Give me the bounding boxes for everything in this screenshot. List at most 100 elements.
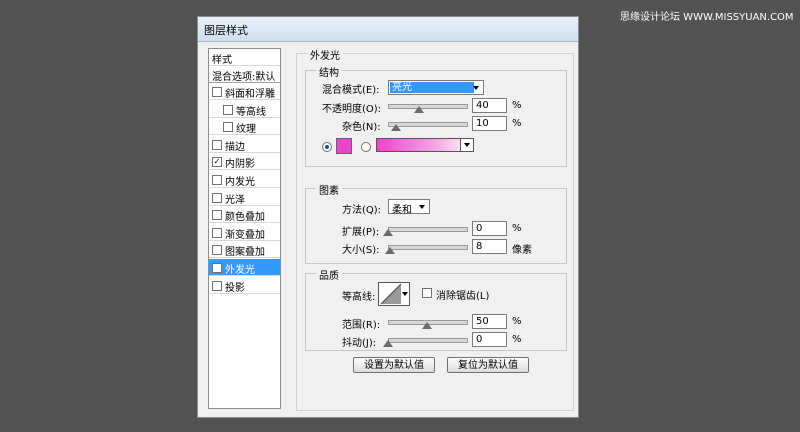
- style-checkbox[interactable]: [212, 245, 222, 256]
- style-item-label: 斜面和浮雕: [225, 89, 275, 100]
- style-item[interactable]: 描边: [209, 136, 280, 153]
- style-item-label: 内阴影: [225, 159, 255, 171]
- style-checkbox[interactable]: [212, 175, 222, 185]
- size-slider-thumb[interactable]: [385, 247, 396, 254]
- style-item[interactable]: 内发光: [209, 171, 280, 188]
- spread-input[interactable]: 0: [472, 221, 507, 236]
- style-item[interactable]: 渐变叠加: [209, 224, 280, 241]
- styles-list: 样式 混合选项:默认 斜面和浮雕 等高线 纹理 描边 ✓ 内阴影 内发光 光泽 颜色叠加 渐变叠加…: [208, 48, 281, 409]
- antialias-label: 消除锯齿(L): [436, 291, 490, 302]
- styles-header-label: 样式: [212, 55, 232, 66]
- structure-group: 结构 混合模式(E): 亮光 不透明度(O): 40 % 杂色(N): 10 %: [305, 64, 567, 167]
- gradient-dropdown-button[interactable]: [460, 139, 473, 151]
- contour-picker[interactable]: [378, 282, 410, 306]
- size-slider-track[interactable]: [388, 245, 468, 250]
- color-radio[interactable]: [322, 142, 332, 152]
- size-input[interactable]: 8: [472, 239, 507, 254]
- jitter-slider-thumb[interactable]: [383, 340, 393, 347]
- spread-label: 扩展(P):: [342, 227, 380, 238]
- noise-label: 杂色(N):: [342, 122, 381, 133]
- make-default-button[interactable]: 设置为默认值: [353, 357, 435, 373]
- style-item[interactable]: ✓ 内阴影: [209, 153, 280, 171]
- style-item[interactable]: ✓ 外发光: [209, 259, 280, 276]
- contour-curve-icon: [380, 283, 402, 305]
- style-item-label: 外发光: [225, 265, 255, 276]
- outer-glow-title: 外发光: [307, 47, 343, 62]
- chevron-down-icon: [419, 205, 425, 209]
- style-checkbox[interactable]: [212, 139, 222, 150]
- antialias-checkbox[interactable]: [422, 288, 432, 298]
- range-label: 范围(R):: [342, 320, 381, 331]
- opacity-label: 不透明度(O):: [322, 104, 382, 115]
- opacity-slider-track[interactable]: [388, 104, 468, 109]
- size-label: 大小(S):: [342, 245, 380, 256]
- style-item[interactable]: 投影: [209, 277, 280, 294]
- style-item-label: 描边: [225, 141, 245, 153]
- range-input[interactable]: 50: [472, 314, 507, 329]
- chevron-down-icon: [402, 292, 408, 296]
- outer-glow-panel: 外发光 结构 混合模式(E): 亮光 不透明度(O): 40 % 杂色(N): …: [296, 47, 574, 411]
- reset-default-button[interactable]: 复位为默认值: [447, 357, 529, 373]
- gradient-picker[interactable]: [376, 138, 474, 152]
- style-checkbox[interactable]: [212, 87, 222, 97]
- blend-mode-value: 亮光: [390, 82, 474, 93]
- style-item-label: 等高线: [236, 106, 266, 118]
- spread-unit: %: [512, 223, 522, 234]
- technique-select[interactable]: 柔和: [388, 199, 430, 216]
- size-unit: 像素: [512, 245, 532, 256]
- noise-unit: %: [512, 118, 522, 129]
- style-item[interactable]: 颜色叠加: [209, 206, 280, 224]
- style-checkbox[interactable]: [223, 122, 233, 133]
- elements-group: 图素 方法(Q): 柔和 扩展(P): 0 % 大小(S): 8 像素: [305, 182, 567, 264]
- chevron-down-icon: [464, 143, 470, 147]
- style-item-label: 光泽: [225, 194, 245, 206]
- range-slider-thumb[interactable]: [422, 322, 432, 329]
- style-item[interactable]: 光泽: [209, 189, 280, 206]
- style-checkbox[interactable]: [212, 227, 222, 238]
- style-item-label: 图案叠加: [225, 247, 265, 259]
- quality-group: 品质 等高线: 消除锯齿(L) 范围(R): 50 % 抖动(J): 0 %: [305, 267, 567, 351]
- style-item[interactable]: 斜面和浮雕: [209, 83, 280, 100]
- layer-style-dialog: 图层样式 样式 混合选项:默认 斜面和浮雕 等高线 纹理 描边 ✓ 内阴影 内发光 光泽 颜色叠…: [197, 16, 579, 418]
- style-item-label: 内发光: [225, 177, 255, 188]
- gradient-radio[interactable]: [361, 142, 371, 152]
- style-item[interactable]: 等高线: [209, 101, 280, 118]
- blending-options-item[interactable]: 混合选项:默认: [209, 66, 280, 83]
- jitter-slider-track[interactable]: [388, 338, 468, 343]
- chevron-down-icon: [473, 86, 479, 90]
- noise-input[interactable]: 10: [472, 116, 507, 131]
- range-unit: %: [512, 316, 522, 327]
- style-checkbox[interactable]: [212, 192, 222, 203]
- style-checkbox[interactable]: ✓: [212, 263, 222, 273]
- opacity-unit: %: [512, 100, 522, 111]
- style-item-label: 投影: [225, 282, 245, 294]
- blending-options-label: 混合选项:默认: [212, 72, 276, 83]
- contour-label: 等高线:: [342, 292, 376, 303]
- structure-title: 结构: [316, 64, 342, 79]
- style-item[interactable]: 图案叠加: [209, 241, 280, 259]
- spread-slider-thumb[interactable]: [383, 229, 393, 236]
- blend-mode-select[interactable]: 亮光: [388, 80, 484, 95]
- technique-label: 方法(Q):: [342, 205, 382, 216]
- styles-header[interactable]: 样式: [209, 49, 280, 66]
- blend-mode-label: 混合模式(E):: [322, 85, 380, 96]
- noise-slider-thumb[interactable]: [390, 124, 401, 131]
- style-checkbox[interactable]: ✓: [212, 157, 222, 168]
- style-item[interactable]: 纹理: [209, 118, 280, 136]
- quality-title: 品质: [316, 267, 342, 282]
- jitter-unit: %: [512, 334, 522, 345]
- style-checkbox[interactable]: [212, 280, 222, 291]
- watermark: 思缘设计论坛 WWW.MISSYUAN.COM: [620, 12, 794, 23]
- title-bar: 图层样式: [198, 17, 578, 42]
- opacity-slider-thumb[interactable]: [414, 106, 425, 113]
- spread-slider-track[interactable]: [388, 227, 468, 232]
- jitter-input[interactable]: 0: [472, 332, 507, 347]
- style-item-label: 颜色叠加: [225, 212, 265, 224]
- style-item-label: 纹理: [236, 124, 256, 136]
- style-checkbox[interactable]: [223, 104, 233, 115]
- glow-color-swatch[interactable]: [336, 138, 352, 154]
- dialog-title: 图层样式: [204, 24, 248, 37]
- style-checkbox[interactable]: [212, 210, 222, 221]
- opacity-input[interactable]: 40: [472, 98, 507, 113]
- elements-title: 图素: [316, 182, 342, 197]
